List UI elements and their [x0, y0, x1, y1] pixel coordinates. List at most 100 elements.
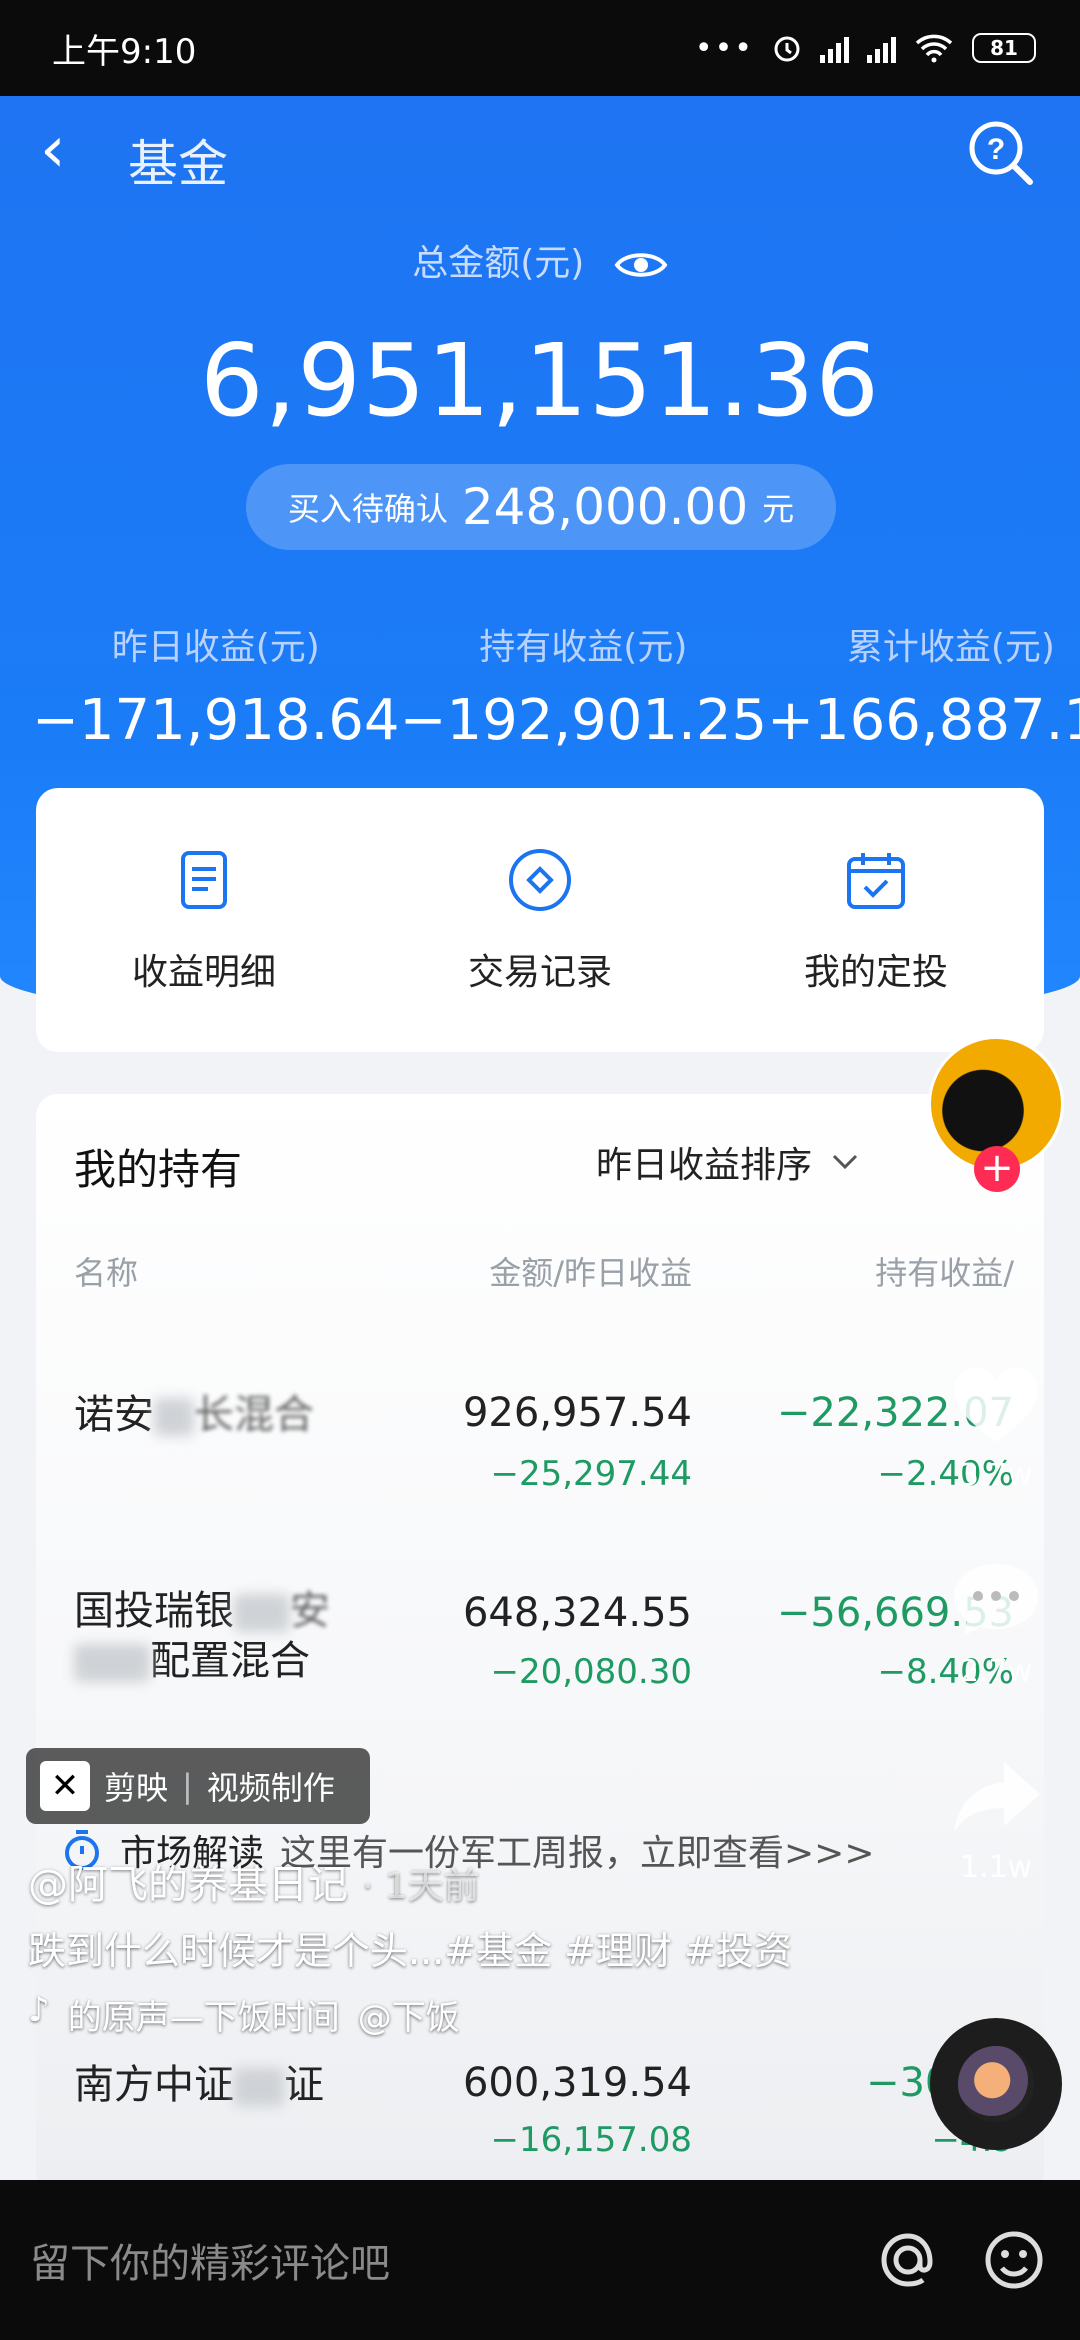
stat-value: +166,887.15: [767, 688, 1080, 753]
diamond-circle-icon: [509, 849, 571, 911]
fund-yesterday-gain: −25,297.44: [490, 1454, 692, 1494]
quick-earnings-detail[interactable]: 收益明细: [74, 845, 334, 995]
fund-name: 南方中证 证: [74, 2060, 324, 2110]
comment-button[interactable]: 2.7w: [940, 1556, 1052, 1689]
fund-name: 国投瑞银 安 配置混合: [74, 1586, 330, 1686]
pending-label: 买入待确认: [287, 490, 448, 528]
stat-holding: 持有收益(元) −192,901.25: [400, 618, 768, 753]
redacted-blur: [154, 1398, 194, 1436]
capcut-tag-label: 视频制作: [206, 1769, 335, 1807]
hd-signal-icon: [867, 33, 896, 63]
col-header-amount: 金额/昨日收益: [489, 1254, 692, 1292]
quick-label: 我的定投: [803, 952, 948, 993]
heart-icon: [954, 1368, 1038, 1442]
fund-name-text: 长混合: [194, 1392, 314, 1438]
redacted-blur: [234, 1594, 290, 1632]
stat-yesterday: 昨日收益(元) −171,918.64: [32, 618, 400, 753]
share-arrow-icon: [954, 1762, 1040, 1832]
share-count: 1.1w: [959, 1850, 1033, 1885]
help-search-icon[interactable]: ?: [964, 116, 1036, 188]
fund-name-text: 配置混合: [150, 1638, 310, 1684]
battery-icon: 81: [972, 33, 1036, 63]
fund-name-text: 证: [284, 2062, 324, 2108]
col-header-name: 名称: [74, 1254, 139, 1292]
pending-confirm-pill[interactable]: 买入待确认 248,000.00 元: [246, 464, 836, 550]
fund-name-text: 诺安: [74, 1392, 154, 1438]
eye-icon[interactable]: [614, 248, 668, 282]
fund-yesterday-gain: −20,080.30: [490, 1652, 692, 1692]
capcut-logo-icon: ✕: [40, 1761, 90, 1811]
redacted-blur: [74, 1644, 150, 1682]
quick-transaction-records[interactable]: 交易记录: [410, 845, 670, 995]
creator-avatar[interactable]: +: [928, 1036, 1064, 1192]
music-disc[interactable]: [930, 2018, 1062, 2150]
capcut-tag[interactable]: ✕ 剪映 | 视频制作: [26, 1748, 370, 1824]
follow-plus-button[interactable]: +: [974, 1146, 1020, 1192]
stat-label: 昨日收益(元): [111, 627, 320, 668]
fund-name: 诺安 长混合: [74, 1390, 314, 1440]
svg-text:?: ?: [987, 133, 1005, 166]
music-disc-cover: [958, 2046, 1034, 2122]
quick-my-auto-invest[interactable]: 我的定投: [746, 845, 1006, 995]
music-note-icon: ♪: [28, 1990, 50, 2030]
author-name[interactable]: @阿飞的养基日记: [28, 1862, 348, 1908]
more-dots-icon: •••: [694, 30, 754, 66]
fund-amount: 648,324.55: [462, 1590, 692, 1636]
redacted-blur: [234, 2068, 284, 2106]
music-author: @下饭: [357, 1998, 460, 2038]
stat-label: 累计收益(元): [846, 627, 1055, 668]
music-info[interactable]: ♪ 的原声—下饭时间 @下饭: [28, 1990, 460, 2039]
comment-bar: 留下你的精彩评论吧: [0, 2180, 1080, 2340]
fund-amount: 600,319.54: [462, 2060, 692, 2106]
screen: 上午9:10 ••• 81 ‹ 基金 ? 总金额(元) 6,951,151.36…: [0, 0, 1080, 2340]
video-caption[interactable]: 跌到什么时候才是个头...#基金 #理财 #投资: [28, 1920, 792, 1975]
document-icon: [181, 851, 227, 909]
fund-amount: 926,957.54: [462, 1390, 692, 1436]
stat-cumulative: 累计收益(元) +166,887.15: [767, 618, 1080, 753]
comment-bubble-icon: [954, 1564, 1038, 1636]
fund-name-text: 南方中证: [74, 2062, 234, 2108]
capcut-app: 剪映: [104, 1769, 169, 1807]
hd-signal-icon: [820, 33, 849, 63]
earnings-stats: 昨日收益(元) −171,918.64 持有收益(元) −192,901.25 …: [0, 618, 1080, 753]
stat-label: 持有收益(元): [479, 627, 688, 668]
nav-title: 基金: [128, 135, 228, 193]
fund-name-text: 国投瑞银: [74, 1588, 234, 1634]
comment-input[interactable]: 留下你的精彩评论吧: [30, 2231, 838, 2289]
chevron-down-icon: [832, 1154, 858, 1170]
quick-label: 收益明细: [131, 952, 276, 993]
like-count: 3.7w: [959, 1458, 1033, 1493]
status-bar: 上午9:10 ••• 81: [0, 0, 1080, 96]
sort-label: 昨日收益排序: [596, 1145, 813, 1186]
fund-yesterday-gain: −16,157.08: [490, 2120, 692, 2160]
sort-dropdown[interactable]: 昨日收益排序: [596, 1136, 860, 1188]
music-title: 的原声—下饭时间: [67, 1998, 340, 2038]
divider: |: [182, 1767, 193, 1805]
stat-value: −192,901.25: [399, 688, 768, 753]
holdings-title: 我的持有: [74, 1145, 243, 1194]
fund-navbar: ‹ 基金 ?: [0, 96, 1080, 206]
author-line: @阿飞的养基日记 · 1天前: [28, 1852, 480, 1910]
calendar-check-icon: [847, 853, 905, 909]
col-header-holding: 持有收益/: [875, 1254, 1014, 1292]
status-time: 上午9:10: [52, 31, 197, 72]
post-time: · 1天前: [362, 1866, 480, 1907]
total-label-row: 总金额(元): [0, 234, 1080, 286]
like-button[interactable]: 3.7w: [940, 1360, 1052, 1493]
back-chevron-icon[interactable]: ‹: [40, 118, 66, 182]
total-label: 总金额(元): [412, 243, 585, 284]
at-mention-icon[interactable]: [872, 2224, 944, 2296]
stat-value: −171,918.64: [32, 688, 400, 753]
emoji-icon[interactable]: [978, 2224, 1050, 2296]
fund-name-text: 安: [290, 1588, 330, 1634]
pending-amount: 248,000.00: [461, 478, 749, 536]
pending-unit: 元: [762, 490, 795, 528]
quick-label: 交易记录: [467, 952, 612, 993]
share-button[interactable]: 1.1w: [940, 1752, 1052, 1885]
alarm-icon: [774, 36, 800, 62]
wifi-icon: [915, 34, 953, 63]
total-amount: 6,951,151.36: [200, 322, 880, 439]
status-icons: ••• 81: [695, 31, 1036, 66]
comment-count: 2.7w: [959, 1654, 1033, 1689]
quick-actions: 收益明细 交易记录 我的定投: [36, 788, 1044, 1052]
